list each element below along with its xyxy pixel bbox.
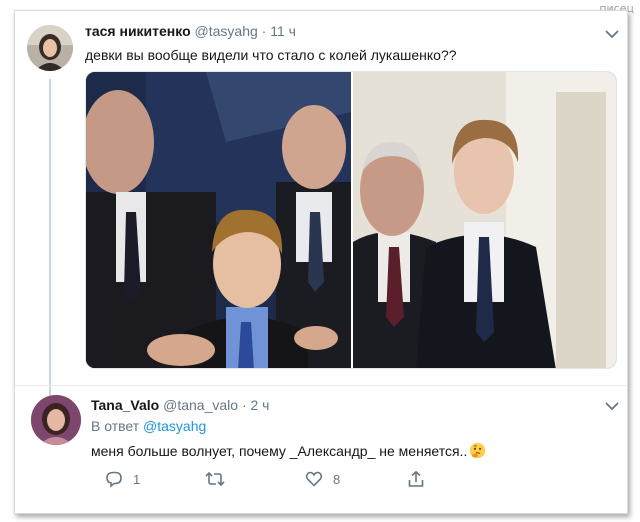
tweet-photo-left[interactable] xyxy=(86,72,351,369)
tweet-timestamp[interactable]: 11 ч xyxy=(270,23,296,39)
thread-connector-line xyxy=(49,79,51,403)
share-button[interactable] xyxy=(407,469,425,489)
tweet-author-avatar[interactable] xyxy=(27,25,73,71)
heart-icon xyxy=(305,471,323,487)
tweet-thread-card: тася никитенко @tasyahg · 11 ч девки вы … xyxy=(14,10,628,514)
reply-timestamp[interactable]: 2 ч xyxy=(251,397,270,413)
share-upload-icon xyxy=(408,470,424,487)
reply-separator: · xyxy=(241,397,247,413)
reply-header: Tana_Valo @tana_valo · 2 ч xyxy=(91,397,269,413)
tweet-media-grid xyxy=(85,71,617,369)
reply-action-bar: 1 8 xyxy=(91,469,431,489)
reply-author-name[interactable]: Tana_Valo xyxy=(91,397,159,413)
comment-bubble-icon xyxy=(106,471,122,488)
reply-context: В ответ @tasyahg xyxy=(91,418,206,434)
tweet-separator: · xyxy=(261,23,267,39)
reply-menu-chevron-down-icon[interactable] xyxy=(605,401,619,411)
retweet-button[interactable] xyxy=(205,469,235,489)
tweet-header: тася никитенко @tasyahg · 11 ч xyxy=(85,23,296,39)
reply-button[interactable]: 1 xyxy=(105,469,140,489)
like-button[interactable]: 8 xyxy=(305,469,340,489)
reply-author-handle[interactable]: @tana_valo xyxy=(163,397,238,413)
tweet-divider xyxy=(15,385,627,386)
tweet-author-handle[interactable]: @tasyahg xyxy=(195,23,258,39)
reply-to-mention-link[interactable]: @tasyahg xyxy=(143,418,206,434)
tweet-text: девки вы вообще видели что стало с колей… xyxy=(85,47,457,63)
reply-author-avatar[interactable] xyxy=(31,395,81,445)
tweet-menu-chevron-down-icon[interactable] xyxy=(605,29,619,39)
thinking-face-icon xyxy=(470,442,486,459)
reply-count: 1 xyxy=(133,471,141,487)
reply-prefix: В ответ xyxy=(91,418,140,434)
like-count: 8 xyxy=(333,471,341,487)
reply-text: меня больше волнует, почему _Александр_ … xyxy=(91,443,468,459)
retweet-icon xyxy=(205,471,225,487)
tweet-photo-right[interactable] xyxy=(353,72,617,369)
tweet-author-name[interactable]: тася никитенко xyxy=(85,23,191,39)
reply-text-container: меня больше волнует, почему _Александр_ … xyxy=(91,442,486,459)
